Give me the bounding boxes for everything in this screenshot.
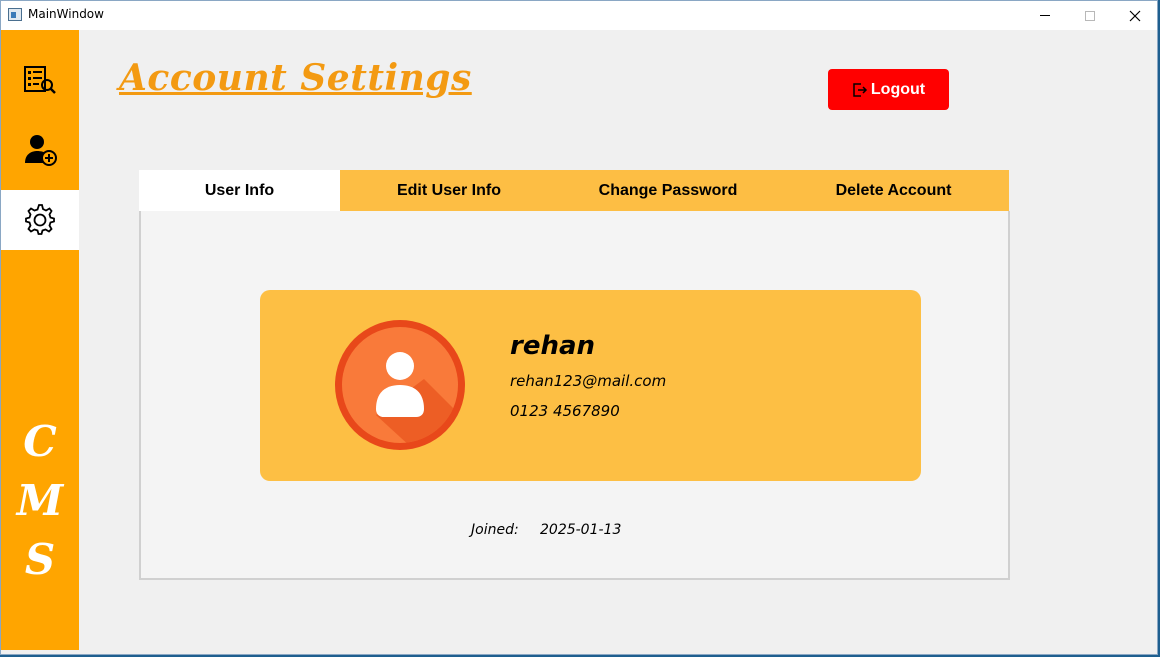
user-email: rehan123@mail.com — [510, 372, 667, 390]
minimize-icon — [1040, 15, 1050, 16]
logout-button[interactable]: Logout — [828, 69, 949, 110]
brand-letter: M — [16, 476, 64, 525]
close-button[interactable] — [1112, 1, 1157, 30]
joined-label: Joined: — [471, 522, 519, 538]
tab-change-password[interactable]: Change Password — [558, 170, 778, 211]
maximize-icon — [1085, 10, 1095, 21]
page-title: Account Settings — [119, 57, 472, 99]
user-phone: 0123 4567890 — [510, 402, 620, 420]
brand-logo: C M S — [1, 412, 79, 589]
sidebar-item-reports[interactable] — [1, 50, 79, 110]
close-icon — [1129, 10, 1141, 21]
logout-icon — [853, 82, 867, 97]
tab-user-info[interactable]: User Info — [139, 170, 340, 211]
user-name: rehan — [510, 331, 596, 361]
tab-bar: User Info Edit User Info Change Password… — [139, 170, 1009, 211]
gear-icon — [25, 204, 55, 235]
main-window: MainWindow C M S Account Settings Logout… — [0, 0, 1158, 655]
window-title: MainWindow — [28, 7, 104, 21]
logout-label: Logout — [870, 80, 926, 98]
joined-date: 2025-01-13 — [540, 522, 622, 538]
title-bar: MainWindow — [1, 1, 1157, 30]
brand-letter: C — [23, 417, 57, 466]
avatar-icon — [335, 320, 465, 450]
tab-delete-account[interactable]: Delete Account — [778, 170, 1009, 211]
tab-edit-user-info[interactable]: Edit User Info — [340, 170, 558, 211]
sidebar-item-settings[interactable] — [1, 190, 79, 250]
report-search-icon — [24, 66, 56, 94]
app-icon — [8, 8, 22, 21]
sidebar: C M S — [1, 30, 79, 650]
sidebar-item-add-user[interactable] — [1, 120, 79, 180]
brand-letter: S — [24, 535, 56, 584]
add-user-icon — [25, 135, 57, 166]
maximize-button[interactable] — [1067, 1, 1113, 30]
minimize-button[interactable] — [1022, 1, 1068, 30]
